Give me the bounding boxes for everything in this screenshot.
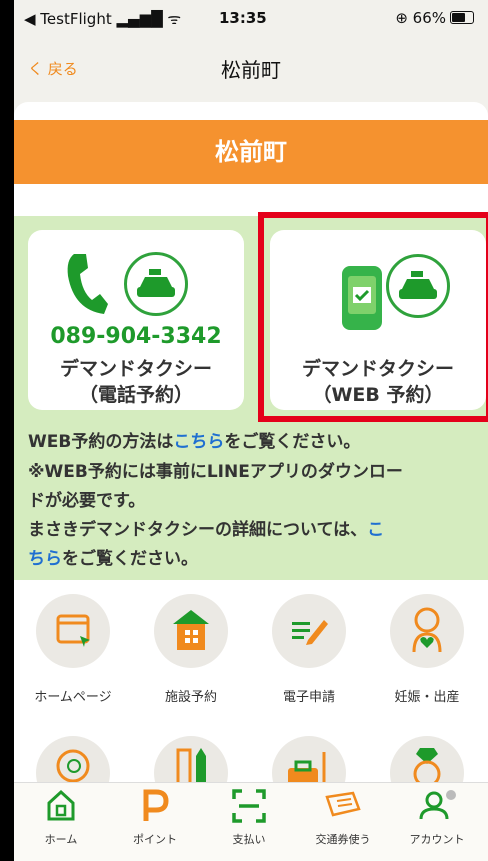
scan-icon <box>202 789 296 829</box>
homepage-icon <box>36 594 110 668</box>
phone-reservation-tile[interactable]: 089-904-3342 デマンドタクシー （電話予約） <box>28 230 244 410</box>
facility-icon <box>154 594 228 668</box>
tab-label: アカウント <box>409 833 465 846</box>
tab-home[interactable]: ホーム <box>14 789 108 847</box>
status-carrier: ◀ TestFlight ▂▄▆█ ᯤ <box>24 10 182 28</box>
tab-label: ホーム <box>44 833 78 846</box>
web-howto-text: WEB予約の方法はこちらをご覧ください。 <box>28 432 361 452</box>
page-title: 松前町 <box>221 58 281 82</box>
ticket-icon <box>296 789 390 829</box>
detail-link-2[interactable]: ちら <box>28 549 62 569</box>
battery-icon <box>450 11 474 24</box>
grid-item-application[interactable]: 電子申請 <box>250 594 368 705</box>
tab-payment[interactable]: 支払い <box>202 789 296 847</box>
point-icon <box>108 789 202 829</box>
tab-label: 支払い <box>232 833 266 846</box>
app-screen: ◀ TestFlight ▂▄▆█ ᯤ 13:35 ⊕ 66% く 戻る 松前町… <box>14 0 488 861</box>
grid-item-facility[interactable]: 施設予約 <box>132 594 250 705</box>
account-icon <box>390 789 484 829</box>
tab-point[interactable]: ポイント <box>108 789 202 847</box>
signal-icon: ▂▄▆█ ᯤ <box>116 10 182 28</box>
grid-label: 妊娠・出産 <box>394 690 460 705</box>
grid-label: ホームページ <box>34 690 112 705</box>
tile-label-line2: （電話予約） <box>78 384 193 406</box>
tab-account[interactable]: アカウント <box>390 789 484 847</box>
status-battery: ⊕ 66% <box>395 9 474 27</box>
pregnancy-icon <box>390 594 464 668</box>
detail-link[interactable]: こ <box>367 520 384 540</box>
status-bar: ◀ TestFlight ▂▄▆█ ᯤ 13:35 ⊕ 66% <box>14 0 488 36</box>
taxi-icon <box>124 252 188 316</box>
phone-icon <box>64 252 108 329</box>
tab-label: ポイント <box>133 833 177 846</box>
highlight-box <box>258 212 488 422</box>
tab-bar: ホーム ポイント 支払い 交通券使う アカウント <box>14 782 488 861</box>
grid-item-pregnancy[interactable]: 妊娠・出産 <box>368 594 486 705</box>
line-notice-text: ※WEB予約には事前にLINEアプリのダウンロー <box>28 462 403 482</box>
detail-text-2: ちらをご覧ください。 <box>28 549 198 569</box>
grid-label: 施設予約 <box>164 690 217 705</box>
banner-title: 松前町 <box>14 120 488 184</box>
detail-text: まさきデマンドタクシーの詳細については、こ <box>28 520 385 540</box>
tile-label-line1: デマンドタクシー <box>59 358 212 380</box>
grid-item-homepage[interactable]: ホームページ <box>14 594 132 705</box>
phone-number: 089-904-3342 <box>50 324 222 349</box>
line-notice-text-2: ドが必要です。 <box>28 491 146 511</box>
nav-bar: く 戻る 松前町 <box>14 36 488 96</box>
grid-label: 電子申請 <box>282 690 335 705</box>
tab-ticket[interactable]: 交通券使う <box>296 789 390 847</box>
web-howto-link[interactable]: こちら <box>173 432 224 452</box>
application-icon <box>272 594 346 668</box>
home-icon <box>14 789 108 829</box>
status-time: 13:35 <box>219 9 267 27</box>
tab-label: 交通券使う <box>315 833 371 846</box>
